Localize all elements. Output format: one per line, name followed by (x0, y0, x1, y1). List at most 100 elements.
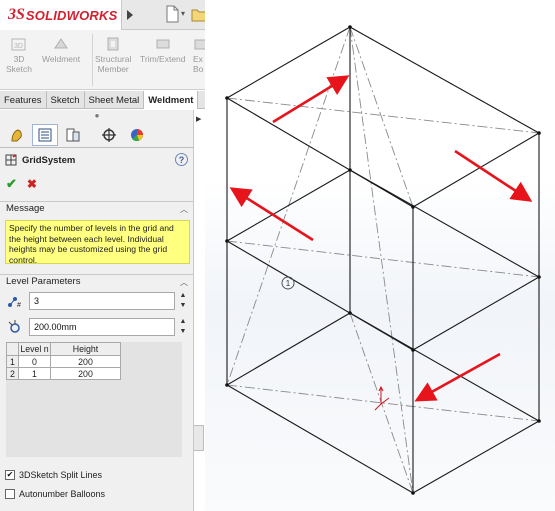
callout-arrow (229, 187, 314, 242)
vertex-point[interactable] (225, 383, 229, 387)
vertex-point[interactable] (537, 131, 541, 135)
grid-edge (349, 26, 540, 134)
height-cell[interactable]: 200 (50, 355, 121, 368)
construction-line (349, 26, 414, 494)
feature-manager-tab[interactable] (4, 124, 30, 146)
column-header: Height (50, 342, 121, 356)
autonumber-balloons-option[interactable]: Autonumber Balloons (5, 487, 105, 501)
configuration-manager-tab[interactable] (60, 124, 86, 146)
feature-manager-icon (11, 129, 22, 142)
collapse-chevron-icon[interactable]: ︿ (180, 277, 188, 288)
svg-text:#: # (17, 302, 21, 309)
vertex-point[interactable] (411, 348, 415, 352)
title-bar: 3S SOLIDWORKS ▾ (0, 0, 207, 30)
command-ribbon: 3D 3D Sketch Weldment Structural Member … (0, 30, 205, 90)
ribbon-label: Weldment (42, 54, 81, 64)
structural-member-button[interactable]: Structural Member (95, 36, 131, 74)
spin-down-icon[interactable]: ▼ (179, 328, 187, 336)
new-document-icon[interactable] (164, 5, 180, 23)
collapse-chevron-icon[interactable]: ︿ (180, 204, 188, 215)
callout-arrow (454, 149, 533, 202)
trim-extend-button[interactable]: Trim/Extend (140, 36, 186, 64)
vertex-point[interactable] (225, 96, 229, 100)
graphics-viewport[interactable]: 1 (205, 0, 555, 511)
callout-arrow (272, 75, 350, 124)
weldment-button[interactable]: Weldment (42, 36, 80, 64)
grid-balloon[interactable]: 1 (281, 276, 295, 290)
message-group-header[interactable]: Message ︿ (0, 201, 194, 215)
grid-control-table: Level n Height 1 0 200 2 1 200 (6, 342, 182, 457)
table-row[interactable]: 1 0 200 (6, 355, 121, 368)
level-count-stepper[interactable]: ▲ ▼ (178, 292, 188, 310)
spin-down-icon[interactable]: ▼ (179, 302, 187, 310)
table-row[interactable]: 2 1 200 (6, 367, 121, 380)
vertex-point[interactable] (348, 168, 352, 172)
page-title: GridSystem (22, 154, 76, 166)
vertex-point[interactable] (537, 275, 541, 279)
display-manager-pie-icon (131, 129, 143, 142)
property-manager-tab[interactable] (32, 124, 58, 146)
autonumber-balloons-checkbox[interactable] (5, 489, 15, 499)
origin-triad-icon (374, 385, 390, 411)
split-lines-checkbox[interactable]: ✔ (5, 470, 15, 480)
vertex-point[interactable] (537, 419, 541, 423)
split-lines-option[interactable]: ✔ 3DSketch Split Lines (5, 468, 102, 482)
vertex-point[interactable] (411, 491, 415, 495)
vertex-point[interactable] (411, 205, 415, 209)
ribbon-separator (92, 34, 93, 86)
ribbon-label: Bo (193, 64, 204, 74)
checkbox-label: 3DSketch Split Lines (19, 470, 103, 480)
trim-extend-icon (156, 39, 170, 49)
grid-edge (349, 312, 540, 422)
group-title: Message (6, 203, 45, 214)
panel-splitter-handle[interactable]: ● (0, 110, 194, 120)
level-height-field[interactable]: 200.00mm (29, 318, 175, 336)
brand-prefix: 3S (8, 6, 25, 23)
height-cell[interactable]: 200 (50, 367, 121, 380)
level-parameters-header[interactable]: Level Parameters ︿ (0, 274, 194, 288)
sketch-3d-icon: 3D (11, 38, 26, 51)
help-icon[interactable]: ? (175, 153, 188, 166)
property-manager-icon (38, 128, 52, 142)
message-text: Specify the number of levels in the grid… (9, 223, 174, 265)
tab-sheet-metal[interactable]: Sheet Metal (85, 91, 145, 109)
vertex-point[interactable] (225, 239, 229, 243)
grid-edge (412, 276, 540, 351)
expand-menu-arrow-icon[interactable] (124, 4, 136, 26)
display-manager-tab[interactable] (124, 124, 150, 146)
row-number: 2 (6, 367, 19, 380)
level-count-field[interactable]: 3 (29, 292, 175, 310)
command-manager-tabs: Features Sketch Sheet Metal Weldment (0, 91, 205, 109)
row-number: 1 (6, 355, 19, 368)
spin-up-icon[interactable]: ▲ (179, 318, 187, 326)
vertex-point[interactable] (348, 25, 352, 29)
spin-up-icon[interactable]: ▲ (179, 292, 187, 300)
solidworks-logo[interactable]: 3S SOLIDWORKS (0, 0, 122, 30)
crosshair-icon (102, 128, 116, 142)
construction-lines (226, 26, 540, 494)
dimxpert-manager-tab[interactable] (96, 124, 122, 146)
checkbox-label: Autonumber Balloons (19, 489, 106, 499)
dropdown-arrow-icon[interactable]: ▾ (181, 9, 185, 18)
construction-line (226, 240, 540, 278)
expand-panel-arrow-icon[interactable]: ▶ (196, 115, 201, 123)
grid-edge (226, 169, 351, 242)
ok-check-icon[interactable]: ✔ (6, 176, 17, 192)
tab-features[interactable]: Features (0, 91, 47, 109)
manager-tabs (0, 122, 194, 148)
grid-edge (226, 312, 351, 386)
panel-flyout-tab[interactable] (194, 425, 204, 451)
group-title: Level Parameters (6, 276, 81, 287)
level-cell[interactable]: 1 (18, 367, 51, 380)
vertex-point[interactable] (348, 311, 352, 315)
level-height-stepper[interactable]: ▲ ▼ (178, 318, 188, 336)
tab-sketch[interactable]: Sketch (47, 91, 85, 109)
level-cell[interactable]: 0 (18, 355, 51, 368)
level-count-row: # 3 ▲ ▼ (4, 292, 190, 310)
level-height-icon (8, 320, 20, 333)
tab-weldment[interactable]: Weldment (144, 91, 199, 109)
level-count-icon: # (8, 297, 21, 309)
extruded-boss-button[interactable]: Ex Bo (193, 36, 205, 74)
cancel-x-icon[interactable]: ✖ (27, 177, 37, 191)
3d-sketch-button[interactable]: 3D 3D Sketch (6, 36, 32, 74)
